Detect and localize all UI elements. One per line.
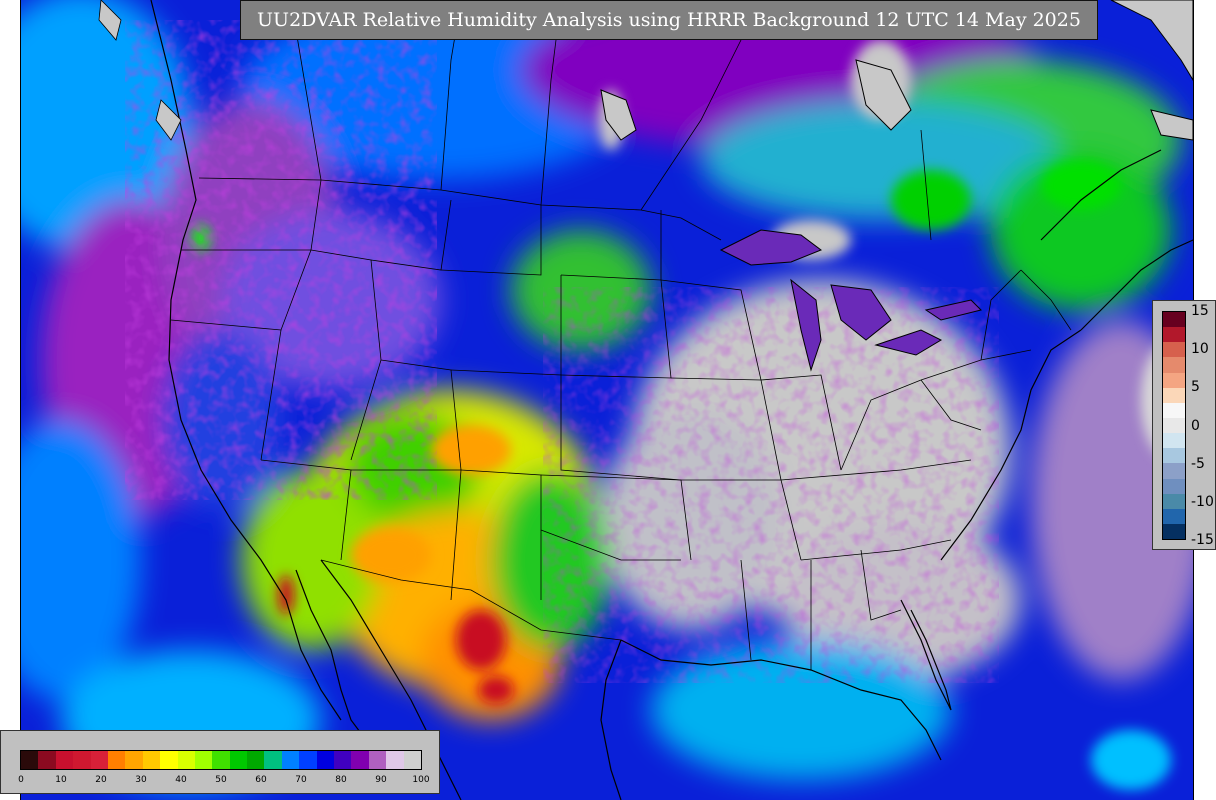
difference-colorbar-tick-label: 0	[1191, 417, 1200, 434]
rh-colorbar-tick-label: 30	[135, 775, 147, 785]
difference-colorbar-swatch	[1163, 433, 1185, 449]
rh-colorbar-swatch	[125, 751, 143, 769]
difference-colorbar-tick-label: -15	[1191, 532, 1214, 548]
rh-colorbar-tick-label: 50	[215, 775, 227, 785]
rh-colorbar-swatch	[177, 751, 195, 769]
difference-colorbar-swatch	[1163, 357, 1185, 373]
difference-colorbar-swatch	[1163, 312, 1185, 328]
rh-colorbar-swatch	[386, 751, 404, 769]
rh-colorbar-swatch	[403, 751, 421, 769]
difference-colorbar-tick-label: -5	[1191, 455, 1205, 472]
rh-colorbar-tick-label: 20	[95, 775, 107, 785]
difference-colorbar-swatch	[1163, 478, 1185, 494]
rh-colorbar-swatch	[264, 751, 282, 769]
difference-colorbar-tick-label: 5	[1191, 379, 1200, 396]
rh-colorbar-tick-label: 60	[255, 775, 267, 785]
rh-colorbar-swatch	[21, 751, 39, 769]
rh-colorbar-tick-label: 100	[412, 775, 430, 785]
map-panel	[20, 0, 1194, 800]
rh-colorbar-swatch	[334, 751, 352, 769]
rh-colorbar-swatch	[247, 751, 265, 769]
map-title: UU2DVAR Relative Humidity Analysis using…	[240, 0, 1098, 40]
rh-colorbar-swatch	[142, 751, 161, 769]
difference-colorbar-swatch	[1163, 372, 1185, 388]
difference-colorbar-swatch	[1163, 417, 1185, 434]
rh-colorbar-swatch	[351, 751, 369, 769]
rh-colorbar-swatch	[160, 751, 178, 769]
difference-colorbar-swatch	[1163, 493, 1185, 509]
difference-colorbar-swatch	[1163, 402, 1185, 418]
rh-colorbar-tick-label: 10	[55, 775, 67, 785]
rh-colorbar-swatch	[316, 751, 335, 769]
rh-colorbar-tick-label: 80	[335, 775, 347, 785]
rh-colorbar-tick-label: 40	[175, 775, 187, 785]
rh-colorbar-tick-label: 70	[295, 775, 307, 785]
difference-colorbar-swatch	[1163, 342, 1185, 358]
difference-colorbar-tick-label: 15	[1191, 303, 1209, 319]
difference-colorbar: 15 10 5 0 -5 -10 -15	[1152, 300, 1216, 550]
difference-colorbar-swatch	[1163, 463, 1185, 479]
rh-colorbar-swatch	[90, 751, 108, 769]
rh-colorbar-tick-label: 0	[18, 775, 24, 785]
rh-colorbar-swatch	[281, 751, 300, 769]
rh-colorbar-swatch	[368, 751, 387, 769]
difference-colorbar-swatch	[1163, 523, 1185, 540]
rh-colorbar-swatch	[107, 751, 126, 769]
difference-colorbar-tick-label: -10	[1191, 493, 1214, 510]
rh-colorbar-strip	[20, 750, 422, 770]
east-speckle	[581, 320, 961, 650]
rh-colorbar-swatch	[299, 751, 317, 769]
difference-colorbar-tick-label: 10	[1191, 341, 1209, 358]
humidity-map	[21, 0, 1193, 800]
rh-colorbar-swatch	[194, 751, 213, 769]
difference-colorbar-swatch	[1163, 448, 1185, 464]
rh-colorbar-swatch	[73, 751, 91, 769]
rh-colorbar-swatch	[38, 751, 56, 769]
rh-colorbar-swatch	[55, 751, 74, 769]
rh-colorbar: 0 10 20 30 40 50 60 70 80 90 100	[0, 730, 440, 794]
difference-colorbar-swatch	[1163, 327, 1185, 343]
difference-colorbar-swatch	[1163, 387, 1185, 403]
rh-colorbar-tick-label: 90	[375, 775, 387, 785]
difference-colorbar-strip	[1162, 311, 1186, 540]
difference-colorbar-swatch	[1163, 508, 1185, 524]
rh-colorbar-swatch	[229, 751, 248, 769]
rh-colorbar-swatch	[212, 751, 230, 769]
